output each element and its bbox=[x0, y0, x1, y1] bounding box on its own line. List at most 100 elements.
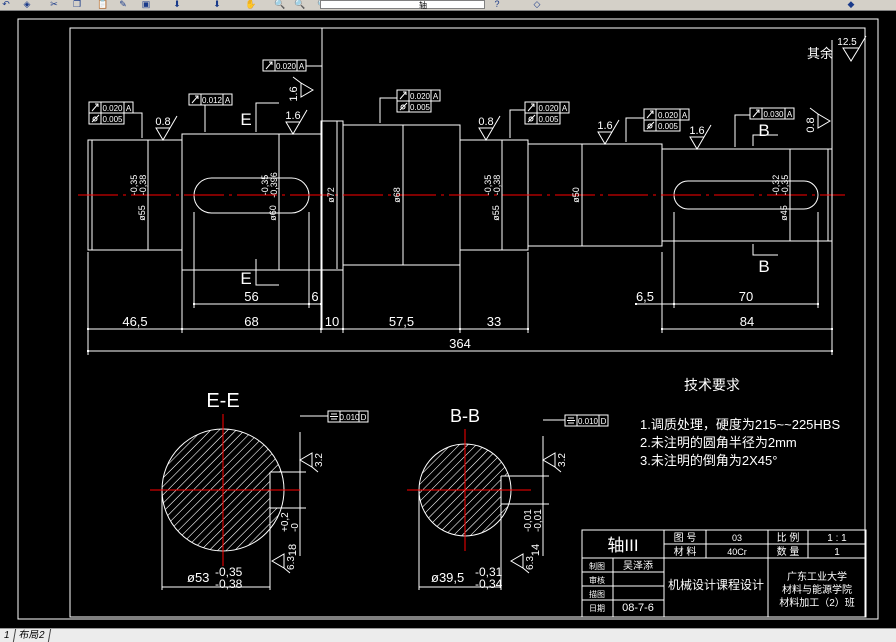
tolerance-value: 0.005 bbox=[410, 103, 431, 112]
hatch-line bbox=[421, 446, 449, 474]
section-cut-mark bbox=[752, 244, 778, 256]
roughness-value: 0.8 bbox=[805, 117, 817, 132]
key-tolerance-lower: -0 bbox=[290, 523, 301, 532]
cut-icon[interactable]: ✂ bbox=[48, 0, 60, 9]
layout-tabs-bar: 1 布局2 bbox=[0, 628, 896, 642]
section-title: B-B bbox=[450, 406, 480, 426]
tolerance-value: 0.020 bbox=[102, 104, 123, 113]
toolbar: ↶◈✂❐📋✎▣⬇⬇✋🔍🔍🔍▤▦▥▧▨▦?◇◆ 轴 bbox=[0, 0, 896, 11]
key-dimension: 14 bbox=[530, 544, 542, 556]
section-mark-label: E bbox=[240, 269, 251, 288]
copy-icon[interactable]: ❐ bbox=[71, 0, 83, 9]
tolerance-value: 0.020 bbox=[410, 92, 431, 101]
runout-icon bbox=[527, 103, 535, 112]
hatch-line bbox=[428, 453, 494, 519]
tolerance-leader bbox=[379, 97, 397, 123]
undo-icon[interactable]: ↶ bbox=[0, 0, 12, 9]
hatch-line bbox=[181, 448, 269, 536]
dimension-label: 46,5 bbox=[122, 314, 147, 329]
part-name: 轴III bbox=[607, 536, 638, 555]
tolerance-leader bbox=[509, 109, 525, 138]
cylindricity-icon bbox=[399, 102, 408, 111]
course-name: 机械设计课程设计 bbox=[668, 577, 764, 592]
brush-icon[interactable]: ✎ bbox=[117, 0, 129, 9]
tolerance-value: 0.020 bbox=[538, 104, 559, 113]
cylindricity-icon bbox=[91, 114, 100, 123]
roughness-value: 0.8 bbox=[155, 116, 170, 128]
dimension-label: 6 bbox=[311, 289, 318, 304]
hatch-line bbox=[162, 429, 229, 496]
role-label: 日期 bbox=[589, 604, 605, 613]
hatch-line bbox=[424, 449, 489, 514]
paste-icon[interactable]: 📋 bbox=[97, 0, 109, 9]
section-cut-mark bbox=[255, 102, 279, 132]
pan-icon[interactable]: ✋ bbox=[245, 0, 257, 9]
dimension-tick bbox=[342, 328, 344, 330]
drawing-number-label: 图 号 bbox=[674, 532, 697, 544]
tolerance-value: 0.010 bbox=[339, 413, 360, 422]
block-icon[interactable]: ▣ bbox=[140, 0, 152, 9]
key-dimension: 18 bbox=[287, 544, 299, 556]
material-label: 材 料 bbox=[674, 545, 697, 558]
designer-name: 吴泽添 bbox=[623, 559, 653, 572]
layer-state-icon[interactable]: ◆ bbox=[845, 0, 857, 9]
tab-layout2[interactable]: 布局2 bbox=[13, 629, 51, 642]
arrow-gray-icon[interactable]: ⬇ bbox=[211, 0, 223, 9]
zoom-window-icon[interactable]: 🔍 bbox=[294, 0, 306, 9]
role-label: 描图 bbox=[589, 589, 605, 599]
hatch-line bbox=[419, 444, 461, 486]
layers-icon[interactable]: ◇ bbox=[531, 0, 543, 9]
tolerance-datum: A bbox=[562, 104, 568, 113]
material-value: 40Cr bbox=[727, 547, 747, 557]
roughness-value: 1.6 bbox=[689, 125, 704, 137]
dimension-label: 364 bbox=[449, 336, 471, 351]
tech-requirement-item: 2.未注明的圆角半径为2mm bbox=[640, 435, 797, 450]
arrow-down-icon[interactable]: ⬇ bbox=[171, 0, 183, 9]
runout-icon bbox=[399, 91, 407, 100]
hatch-line bbox=[203, 470, 281, 548]
scale-value: 1 : 1 bbox=[827, 533, 847, 544]
dimension-tick bbox=[673, 303, 675, 305]
section-cut-mark bbox=[255, 259, 279, 286]
roughness-value: 6.3 bbox=[525, 556, 536, 570]
cylindricity-icon bbox=[527, 114, 536, 123]
zoom-realtime-icon[interactable]: 🔍 bbox=[274, 0, 286, 9]
quantity-label: 数 量 bbox=[777, 545, 800, 558]
dimension-tick bbox=[527, 328, 529, 330]
tolerance-datum: D bbox=[601, 417, 607, 426]
dimension-label: 10 bbox=[325, 314, 339, 329]
tech-requirement-item: 3.未注明的倒角为2X45° bbox=[640, 453, 777, 468]
diameter-tolerance-lower: -0,38 bbox=[215, 577, 243, 591]
diameter-tolerance-lower: -0,35 bbox=[780, 175, 790, 196]
tolerance-datum: A bbox=[682, 111, 688, 120]
section-mark-label: B bbox=[758, 257, 769, 276]
drawing-canvas[interactable]: 46,5 68 10 57,5 33 84 364 56 6 6,5 70 ø55 -0,35 -0,38… bbox=[0, 11, 896, 628]
other-finish-label: 其余 bbox=[807, 46, 833, 61]
help-icon[interactable]: ? bbox=[491, 0, 503, 9]
match-properties-icon[interactable]: ◈ bbox=[21, 0, 33, 9]
hatch-line bbox=[177, 444, 265, 532]
tolerance-value: 0.005 bbox=[102, 115, 123, 124]
hatch-line bbox=[167, 434, 199, 466]
dimension-label: 68 bbox=[244, 314, 258, 329]
diameter-label: ø45 bbox=[779, 205, 789, 221]
runout-icon bbox=[265, 61, 273, 70]
drawing-date: 08-7-6 bbox=[622, 602, 654, 614]
school-info: 广东工业大学 bbox=[787, 570, 847, 583]
symmetry-icon bbox=[330, 413, 338, 420]
school-info: 材料加工（2）班 bbox=[779, 596, 855, 609]
tolerance-datum: A bbox=[299, 62, 305, 71]
dimension-tick bbox=[459, 328, 461, 330]
diameter-tolerance-lower: -0,38 bbox=[492, 175, 502, 196]
diameter-label: ø60 bbox=[268, 205, 278, 221]
roughness-value: 3.2 bbox=[557, 453, 568, 467]
roughness-value: 3.2 bbox=[314, 453, 325, 467]
section-diameter: ø53 bbox=[187, 570, 209, 585]
roughness-value: 6.3 bbox=[286, 556, 297, 570]
dimension-label: 70 bbox=[739, 289, 753, 304]
tolerance-leader bbox=[625, 117, 644, 142]
layer-dropdown[interactable]: 轴 bbox=[320, 0, 485, 10]
tolerance-datum: A bbox=[126, 104, 132, 113]
tolerance-value: 0.010 bbox=[578, 417, 599, 426]
scale-label: 比 例 bbox=[777, 531, 800, 544]
